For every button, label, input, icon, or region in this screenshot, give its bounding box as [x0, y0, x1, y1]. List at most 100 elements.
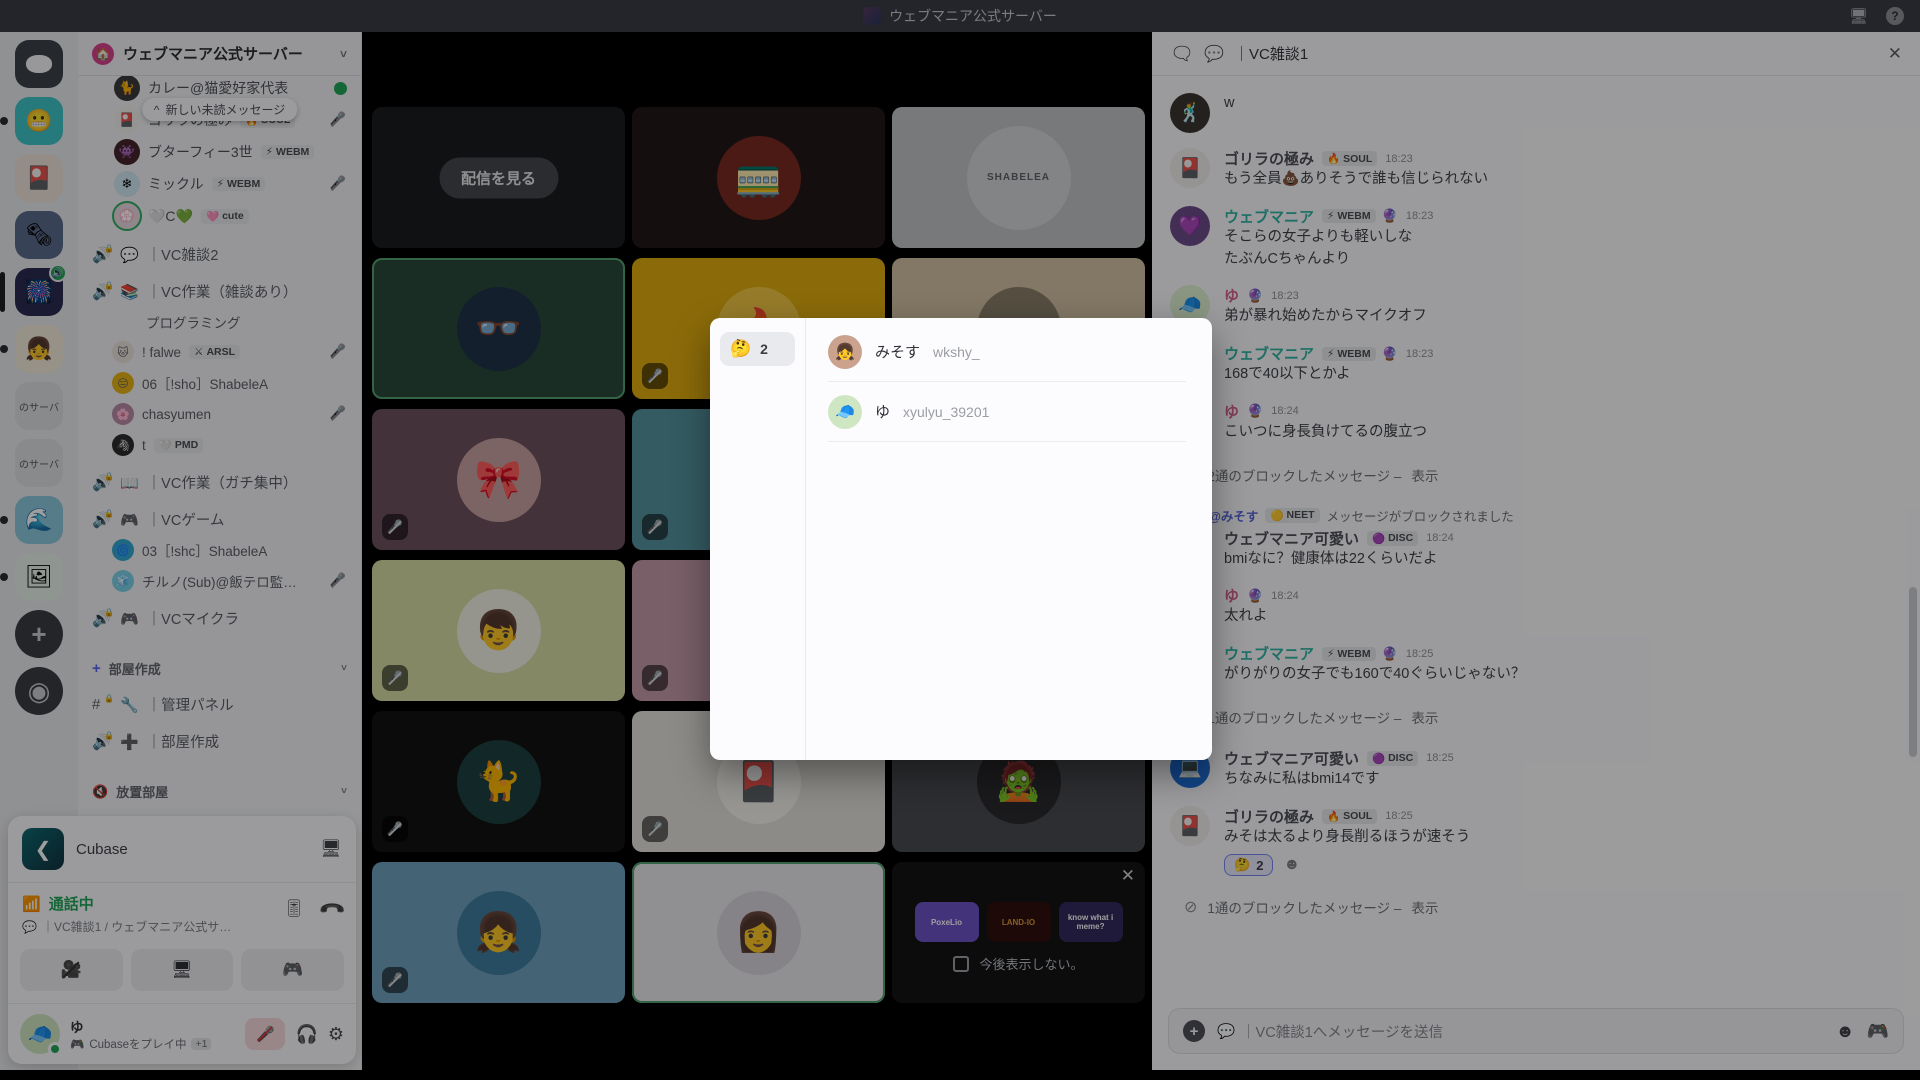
mute-button[interactable]: 🎤 [245, 1018, 285, 1050]
help-icon[interactable]: ? [1886, 7, 1904, 25]
add-reaction-icon[interactable]: ☻ [1279, 854, 1304, 876]
disconnect-icon[interactable]: 📞 [317, 894, 346, 923]
show-blocked-link[interactable]: 表示 [1411, 465, 1438, 485]
sidebar-row[interactable]: + 🔇 🔊🔒 #🔒 部屋作成 🎤 ˅ [86, 655, 353, 682]
watch-stream-button[interactable]: 配信を見る [439, 157, 558, 198]
server-rail-item[interactable]: 🌊 🔊 [15, 496, 63, 544]
server-rail-item[interactable]: ◉ 🔊 [15, 667, 63, 715]
sidebar-row[interactable]: + 🔇 🔊🔒 #🔒 📚 ｜VC作業（雑談あり） 🎤 ˅ プログラミング [86, 277, 353, 336]
role-badge: ⚡WEBM [1322, 647, 1376, 661]
thinking-emoji: 🤔 [730, 339, 751, 359]
unread-banner[interactable]: ^ 新しい未読メッセージ [142, 98, 297, 121]
role-badge: 🟣DISC [1367, 751, 1418, 766]
channel-emoji: 💬 [120, 246, 139, 264]
reaction-pill[interactable]: 🤔2 [1224, 854, 1273, 876]
role-badge: 🔥SOUL [1322, 809, 1377, 824]
activity-button[interactable]: 🎮 [241, 949, 344, 991]
avatar[interactable]: 🎴 [1170, 148, 1210, 188]
show-blocked-link[interactable]: 表示 [1411, 897, 1438, 917]
chat-icon[interactable]: 🗨 [1170, 42, 1194, 66]
sidebar-row[interactable]: + 🔇 🔊🔒 #🔒 🌀 03［!shc］ShabeleA 🎤 ˅ [86, 535, 353, 565]
reaction-tab[interactable]: 🤔 2 [720, 332, 795, 366]
avatar[interactable]: 🕺 [1170, 93, 1210, 133]
noise-suppression-icon[interactable]: 🎚 [283, 899, 305, 919]
voice-user[interactable]: 💮 🤍C💚 🩷cute 🎤 [86, 200, 353, 232]
avatar: 🐈 [114, 76, 140, 101]
sidebar-row[interactable]: + 🔇 🔊🔒 #🔒 🌸 chasyumen 🎤 ˅ [86, 399, 353, 429]
dont-show-again-checkbox[interactable] [953, 956, 969, 972]
game-thumbnail[interactable]: know what i meme? [1059, 902, 1123, 942]
activity-app-name: Cubase [76, 841, 308, 858]
author-name[interactable]: ゆ [1224, 585, 1239, 606]
author-name[interactable]: ゆ [1224, 401, 1239, 422]
chat-message: ⊘ ↰ 💻 [1170, 748, 1902, 791]
participant-tile[interactable]: 👩 🎤 [632, 862, 885, 1003]
author-name[interactable]: ウェブマニア [1224, 343, 1314, 364]
author-name[interactable]: ゆ [1224, 285, 1239, 306]
author-name[interactable]: ウェブマニア可愛い [1224, 528, 1359, 549]
participant-tile[interactable]: 👧 🎤 [372, 862, 625, 1003]
emoji-picker-icon[interactable]: ☻ [1836, 1021, 1855, 1042]
voice-user[interactable]: 👾 ブターフィー3世 ⚡WEBM 🎤 [86, 136, 353, 168]
pip-icon[interactable]: 🖥 [1849, 7, 1868, 25]
scrollbar-thumb[interactable] [1909, 587, 1917, 757]
show-blocked-link[interactable]: 表示 [1411, 707, 1438, 727]
participant-tile[interactable]: 🎀 🎤 [372, 409, 625, 550]
server-rail-item[interactable]: 🎆 🔊 [15, 268, 63, 316]
avatar[interactable]: 🎴 [1170, 806, 1210, 846]
sidebar-row[interactable]: + 🔇 🔊🔒 #🔒 🐱 ! falwe ⚔ARSL 🎤 ˅ [86, 337, 353, 367]
participant-tile[interactable]: 👦 🎤 [372, 560, 625, 701]
close-icon[interactable]: ✕ [1121, 866, 1135, 886]
server-rail-item[interactable]: + 🔊 [15, 610, 63, 658]
screenshare-button[interactable]: 🖥 [131, 949, 234, 991]
server-rail-item[interactable]: 😬 🔊 [15, 97, 63, 145]
server-rail-item[interactable]: のサーバ 🔊 [15, 382, 63, 430]
sidebar-row[interactable]: + 🔇 🔊🔒 #🔒 ➕ ｜部屋作成 🎤 ˅ [86, 727, 353, 756]
attach-plus-icon[interactable]: + [1183, 1020, 1205, 1042]
voice-user[interactable]: ❄ ミックル ⚡WEBM 🎤 [86, 168, 353, 200]
author-name[interactable]: ゴリラの極み [1224, 806, 1314, 827]
sidebar-row[interactable]: + 🔇 🔊🔒 #🔒 📖 ｜VC作業（ガチ集中） 🎤 ˅ [86, 468, 353, 497]
participant-avatar: 🚃 [717, 136, 801, 220]
server-rail-item[interactable]: 🖼 🔊 [15, 553, 63, 601]
camera-button[interactable]: 🎥 [20, 949, 123, 991]
author-name[interactable]: ゴリラの極み [1224, 148, 1314, 169]
avatar[interactable]: 💜 [1170, 206, 1210, 246]
sidebar-row[interactable]: + 🔇 🔊🔒 #🔒 💬 ｜VC雑談2 🎤 ˅ [86, 240, 353, 269]
author-name[interactable]: ウェブマニア [1224, 643, 1314, 664]
server-rail-item[interactable]: 👧 🔊 [15, 325, 63, 373]
message-input[interactable]: + 💬 ｜VC雑談1へメッセージを送信 ☻ 🎮 [1168, 1008, 1904, 1054]
server-rail-item[interactable]: のサーバ 🔊 [15, 439, 63, 487]
reactor-row[interactable]: 👧 みそす wkshy_ [828, 322, 1186, 382]
deafen-button[interactable]: 🎧 [295, 1024, 317, 1045]
server-rail-item[interactable]: 🗞 🔊 [15, 211, 63, 259]
server-header[interactable]: 🏠 ウェブマニア公式サーバー ˅ [78, 32, 361, 76]
sidebar-row[interactable]: + 🔇 🔊🔒 #🔒 🔧 ｜管理パネル 🎤 ˅ [86, 690, 353, 719]
game-icon[interactable]: 🎮 [1867, 1021, 1889, 1042]
chat-message: ⊘ ↰ 🧢 [1170, 585, 1902, 628]
sidebar-row[interactable]: + 🔇 🔊🔒 #🔒 😑 06［!sho］ShabeleA 🎤 ˅ [86, 368, 353, 398]
stream-app-icon[interactable]: 🖥 [320, 839, 342, 859]
sidebar-row[interactable]: + 🔇 🔊🔒 #🔒 🎮 ｜VCゲーム 🎤 ˅ [86, 505, 353, 534]
close-chat-icon[interactable]: ✕ [1888, 44, 1902, 64]
participant-tile[interactable]: 配信を見る 🎤 [372, 107, 625, 248]
participant-tile[interactable]: 🐈 🎤 [372, 711, 625, 852]
author-name[interactable]: ウェブマニア可愛い [1224, 748, 1359, 769]
settings-button[interactable]: ⚙ [328, 1024, 344, 1045]
reply-mention[interactable]: @みそす [1209, 506, 1259, 525]
reactor-row[interactable]: 🧢 ゆ xyulyu_39201 [828, 382, 1186, 442]
author-name[interactable]: ウェブマニア [1224, 206, 1314, 227]
game-thumbnail[interactable]: LAND-IO [987, 902, 1051, 942]
participant-tile[interactable]: SHABELEA 🎤 [892, 107, 1145, 248]
sidebar-row[interactable]: + 🔇 🔊🔒 #🔒 🎮 ｜VCマイクラ 🎤 ˅ [86, 604, 353, 633]
sidebar-row[interactable]: + 🔇 🔊🔒 #🔒 🧊 チルノ(Sub)@飯テロ監… 🎤 ˅ [86, 566, 353, 596]
sidebar-row[interactable]: + 🔇 🔊🔒 #🔒 放置部屋 🎤 ˅ [86, 778, 353, 805]
server-rail-item[interactable]: 🔊 [15, 40, 63, 88]
sidebar-row[interactable]: + 🔇 🔊🔒 #🔒 🦓 t 🤍PMD 🎤 ˅ [86, 430, 353, 460]
participant-tile[interactable]: 👓 🎤 [372, 258, 625, 399]
user-avatar[interactable]: 🧢 [20, 1014, 60, 1054]
server-rail-item[interactable]: 🎴 🔊 [15, 154, 63, 202]
participant-tile[interactable]: 🚃 🎤 [632, 107, 885, 248]
call-channel-path[interactable]: ｜VC雑談1 / ウェブマニア公式サ… [42, 918, 231, 935]
game-thumbnail[interactable]: PoxeLio [915, 902, 979, 942]
